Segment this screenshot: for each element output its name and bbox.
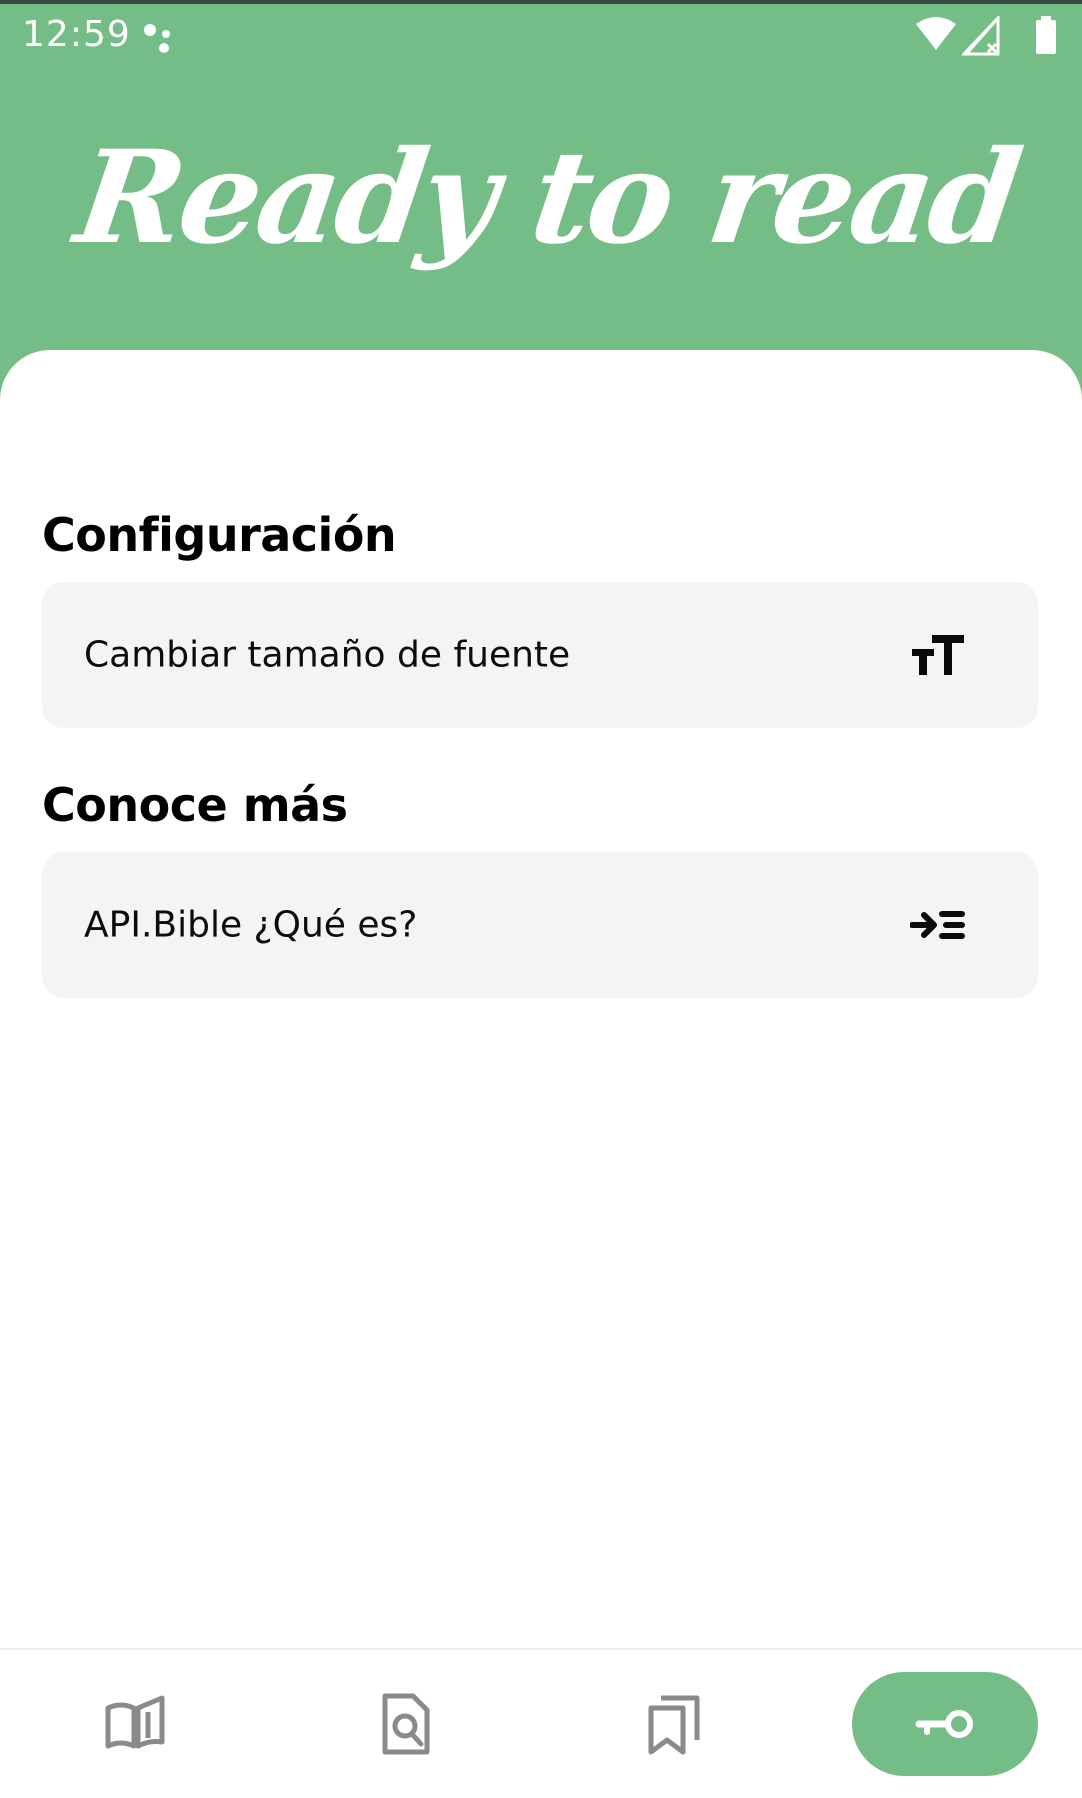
status-icons bbox=[916, 16, 1066, 62]
open-book-icon bbox=[105, 1695, 165, 1749]
nav-search-button[interactable] bbox=[325, 1650, 485, 1798]
text-size-icon bbox=[910, 627, 966, 683]
section-title-settings: Configuración bbox=[42, 508, 397, 562]
key-icon bbox=[915, 1710, 973, 1738]
arrow-into-list-icon bbox=[909, 897, 966, 953]
signal-off-icon bbox=[962, 16, 1000, 56]
nav-read-button[interactable] bbox=[56, 1650, 216, 1798]
nav-settings-button[interactable] bbox=[852, 1672, 1038, 1776]
document-search-icon bbox=[382, 1693, 430, 1755]
nav-bookmarks-button[interactable] bbox=[595, 1650, 755, 1798]
section-title-learn-more: Conoce más bbox=[42, 778, 348, 832]
battery-icon bbox=[1036, 16, 1056, 54]
bottom-navigation bbox=[0, 1648, 1082, 1798]
api-bible-info-label: API.Bible ¿Qué es? bbox=[84, 904, 418, 946]
app-title-text: Ready to read bbox=[64, 123, 1029, 273]
change-font-size-label: Cambiar tamaño de fuente bbox=[84, 634, 571, 676]
wifi-icon bbox=[916, 17, 956, 50]
app-title-graphic: Ready to read bbox=[64, 123, 1029, 273]
status-time: 12:59 bbox=[22, 14, 131, 55]
status-bar: 12:59 bbox=[0, 4, 1082, 74]
app-title: Ready to read bbox=[0, 112, 1082, 312]
api-bible-info-option[interactable]: API.Bible ¿Qué es? bbox=[42, 852, 1038, 998]
assistant-dots-icon bbox=[142, 20, 182, 60]
change-font-size-option[interactable]: Cambiar tamaño de fuente bbox=[42, 582, 1038, 728]
bookmarks-icon bbox=[648, 1695, 700, 1755]
